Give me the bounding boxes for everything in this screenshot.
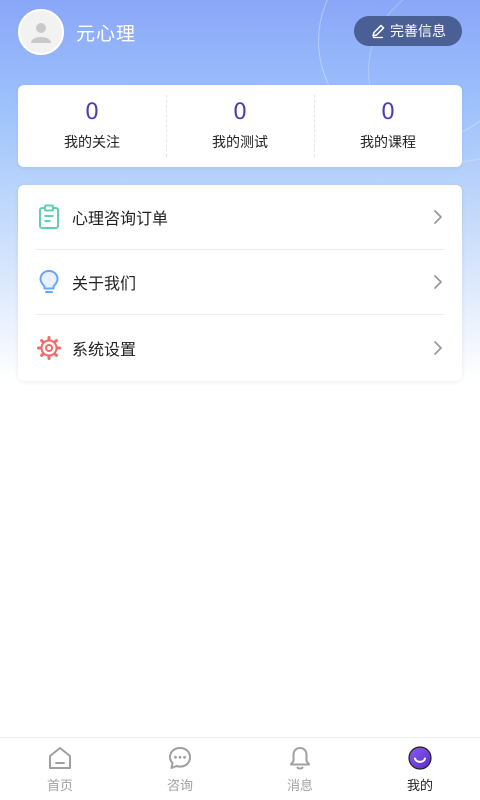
stat-courses-label: 我的课程 <box>360 135 416 151</box>
profile-area[interactable]: 元心理 <box>18 8 136 56</box>
stat-following[interactable]: 0 我的关注 <box>18 85 166 167</box>
lightbulb-icon <box>36 269 62 295</box>
edit-profile-button[interactable]: 完善信息 <box>354 16 462 46</box>
chevron-right-icon <box>434 340 442 355</box>
menu-card: 心理咨询订单 关于我们 系统设置 <box>18 185 462 381</box>
clipboard-icon <box>36 204 62 230</box>
tab-label: 首页 <box>46 779 73 794</box>
stats-card: 0 我的关注 0 我的测试 0 我的课程 <box>18 85 462 167</box>
menu-item-label: 系统设置 <box>72 339 137 359</box>
menu-item-system-settings[interactable]: 系统设置 <box>36 315 444 380</box>
stat-tests-label: 我的测试 <box>212 135 268 151</box>
smiley-icon <box>407 745 433 771</box>
bell-icon <box>287 745 313 771</box>
stat-following-value: 0 <box>85 100 99 125</box>
chevron-right-icon <box>434 210 442 224</box>
tab-label: 我的 <box>406 779 433 794</box>
menu-item-about-us[interactable]: 关于我们 <box>36 250 444 315</box>
username: 元心理 <box>76 22 137 45</box>
edit-profile-label: 完善信息 <box>390 24 446 40</box>
stat-courses[interactable]: 0 我的课程 <box>314 85 462 167</box>
avatar[interactable] <box>18 9 64 55</box>
stat-tests-value: 0 <box>233 100 247 125</box>
tab-label: 咨询 <box>166 779 193 794</box>
stat-tests[interactable]: 0 我的测试 <box>166 85 314 167</box>
tab-messages[interactable]: 消息 <box>240 738 360 800</box>
tab-consult[interactable]: 咨询 <box>120 738 240 800</box>
pencil-icon <box>372 24 385 39</box>
tab-home[interactable]: 首页 <box>0 738 120 800</box>
user-silhouette-icon <box>31 23 51 43</box>
tab-label: 消息 <box>286 779 313 794</box>
tab-mine[interactable]: 我的 <box>360 738 480 800</box>
home-icon <box>47 745 73 771</box>
menu-item-consult-orders[interactable]: 心理咨询订单 <box>36 185 444 250</box>
stat-following-label: 我的关注 <box>64 135 120 151</box>
stat-courses-value: 0 <box>381 100 395 125</box>
bottom-tab-bar: 首页 咨询 消息 我的 <box>0 737 480 800</box>
menu-item-label: 关于我们 <box>72 274 137 293</box>
chat-bubble-icon <box>167 745 193 771</box>
gear-icon <box>36 335 62 361</box>
menu-item-label: 心理咨询订单 <box>72 209 169 228</box>
chevron-right-icon <box>434 275 442 289</box>
